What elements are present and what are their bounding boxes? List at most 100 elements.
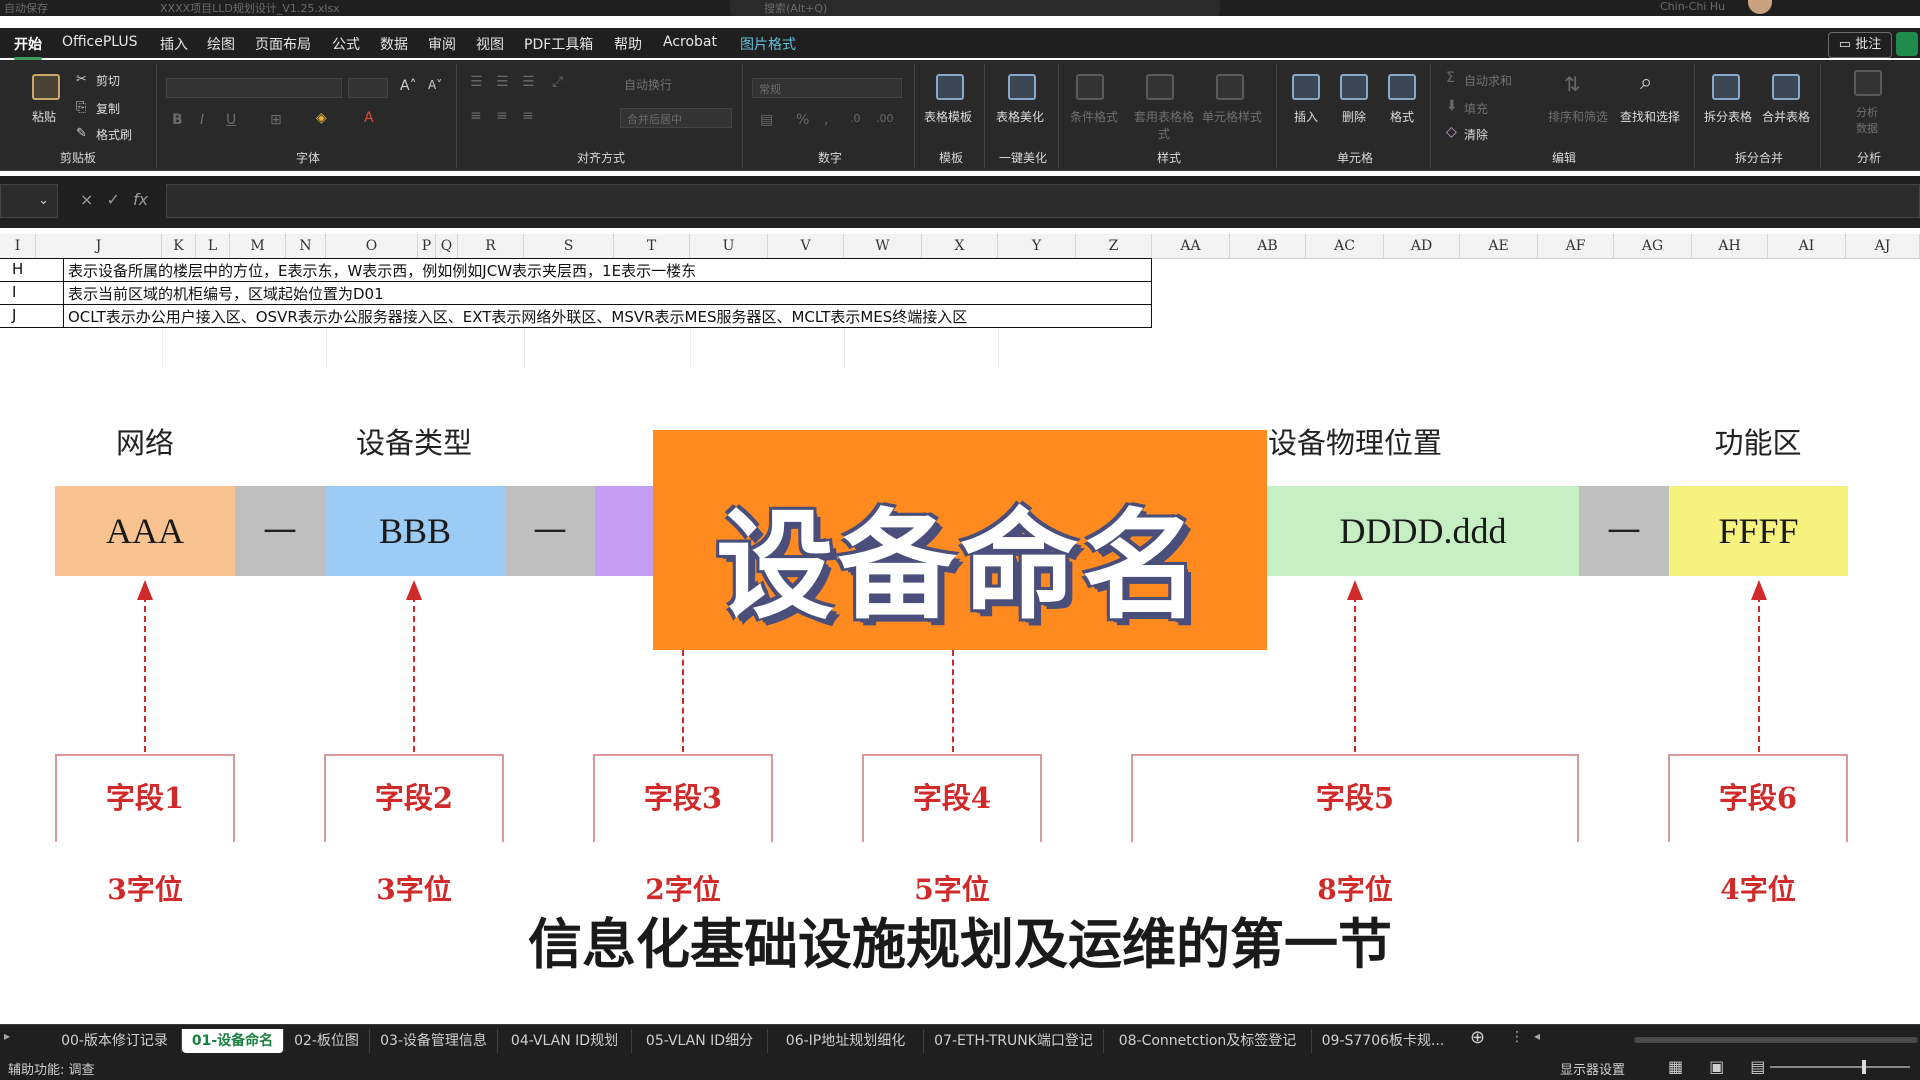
column-header[interactable]: AH [1692,234,1768,258]
clear-button[interactable]: 清除 [1464,126,1488,143]
tab-insert[interactable]: 插入 [160,34,188,54]
more-options-icon[interactable]: ⋮ [1510,1029,1524,1045]
merge-table-button[interactable]: 合并表格 [1762,108,1810,125]
column-header[interactable]: W [844,234,922,258]
align-middle-icon[interactable]: ☰ [496,74,509,90]
font-size-select[interactable] [348,78,388,98]
scroll-left-icon[interactable]: ▸ [4,1029,10,1043]
insert-cells-icon[interactable] [1292,74,1320,100]
sort-filter-icon[interactable]: ⇅ [1564,72,1581,96]
format-cells-button[interactable]: 格式 [1390,108,1414,125]
split-table-button[interactable]: 拆分表格 [1704,108,1752,125]
sheet-tab[interactable]: 08-Connetction及标签登记 [1104,1029,1312,1053]
column-header[interactable]: M [230,234,286,258]
table-row[interactable]: I 表示当前区域的机柜编号，区域起始位置为D01 [0,281,1152,305]
bold-button[interactable]: B [172,112,183,128]
currency-icon[interactable]: ▤ [760,112,773,128]
increase-decimal-icon[interactable]: .0 [850,112,861,125]
sort-filter-button[interactable]: 排序和筛选 [1548,108,1608,125]
border-icon[interactable]: ⊞ [270,112,282,128]
accessibility-status[interactable]: 辅助功能: 调查 [8,1059,95,1078]
table-row[interactable]: J OCLT表示办公用户接入区、OSVR表示办公服务器接入区、EXT表示网络外联… [0,304,1152,328]
column-header[interactable]: R [458,234,524,258]
tab-formulas[interactable]: 公式 [332,34,360,54]
insert-cells-button[interactable]: 插入 [1294,108,1318,125]
autosum-icon[interactable]: Σ [1446,70,1455,86]
tab-view[interactable]: 视图 [476,34,504,54]
tab-home[interactable]: 开始 [14,34,42,60]
format-cells-icon[interactable] [1388,74,1416,100]
fill-color-icon[interactable]: ◈ [316,110,327,126]
search-input[interactable]: 搜索(Alt+Q) [730,0,1220,16]
table-row[interactable]: H 表示设备所属的楼层中的方位，E表示东，W表示西，例如例如JCW表示夹层西，1… [0,258,1152,282]
sheet-tab[interactable]: 05-VLAN ID细分 [632,1029,768,1053]
column-header[interactable]: O [326,234,418,258]
cut-button[interactable]: 剪切 [96,72,120,89]
decrease-decimal-icon[interactable]: .00 [876,112,894,125]
fill-button[interactable]: 填充 [1464,100,1488,117]
find-select-button[interactable]: 查找和选择 [1620,108,1680,125]
conditional-format-button[interactable]: 条件格式 [1070,108,1118,125]
zoom-slider[interactable] [1770,1066,1910,1068]
format-painter-button[interactable]: 格式刷 [96,126,132,143]
increase-font-icon[interactable]: A˄ [400,78,417,94]
table-template-icon[interactable] [936,74,964,100]
tab-help[interactable]: 帮助 [614,34,642,54]
share-button[interactable] [1896,32,1918,56]
table-template-button[interactable]: 表格模板 [924,108,972,125]
fx-icon[interactable]: fx [133,190,148,209]
tab-acrobat[interactable]: Acrobat [663,34,717,50]
font-family-select[interactable] [166,78,342,98]
column-header[interactable]: X [922,234,998,258]
column-header[interactable]: Z [1076,234,1152,258]
column-header[interactable]: AD [1384,234,1460,258]
fill-icon[interactable]: ⬇ [1446,98,1458,114]
sheet-tab[interactable]: 03-设备管理信息 [370,1029,498,1053]
tab-draw[interactable]: 绘图 [207,34,235,54]
copy-button[interactable]: 复制 [96,100,120,117]
display-settings-button[interactable]: 显示器设置 [1560,1059,1625,1078]
tab-pdf-tools[interactable]: PDF工具箱 [524,34,593,54]
column-header[interactable]: K [162,234,196,258]
align-bottom-icon[interactable]: ☰ [522,74,535,90]
column-header[interactable]: AE [1460,234,1538,258]
table-style-icon[interactable] [1146,74,1174,100]
sheet-tab[interactable]: 07-ETH-TRUNK端口登记 [924,1029,1104,1053]
confirm-icon[interactable]: ✓ [107,190,120,209]
decrease-font-icon[interactable]: A˅ [428,78,442,92]
horizontal-scrollbar[interactable] [1634,1037,1918,1043]
align-right-icon[interactable]: ≡ [522,108,534,124]
paste-button[interactable]: 粘贴 [32,108,56,125]
column-header[interactable]: I [0,234,36,258]
sheet-tab[interactable]: 04-VLAN ID规划 [498,1029,632,1053]
table-style-button[interactable]: 套用表格格式 [1134,108,1194,142]
table-beautify-icon[interactable] [1008,74,1036,100]
font-color-icon[interactable]: A [364,110,374,126]
sheet-tab[interactable]: 09-S7706板卡规... [1312,1029,1454,1053]
tab-officeplus[interactable]: OfficePLUS [62,34,138,50]
comma-icon[interactable]: , [824,112,828,128]
analyze-data-button[interactable]: 分析数据 [1856,104,1886,136]
cell-style-icon[interactable] [1216,74,1244,100]
align-center-icon[interactable]: ≡ [496,108,508,124]
percent-icon[interactable]: % [796,112,809,128]
column-header[interactable]: AG [1614,234,1692,258]
column-header[interactable]: AA [1152,234,1230,258]
comments-button[interactable]: ▭ 批注 [1828,32,1892,58]
delete-cells-icon[interactable] [1340,74,1368,100]
sheet-tab[interactable]: 02-板位图 [284,1029,370,1053]
sheet-tab-active[interactable]: 01-设备命名 [182,1029,284,1053]
analyze-data-icon[interactable] [1854,70,1882,96]
column-header[interactable]: Y [998,234,1076,258]
tab-page-layout[interactable]: 页面布局 [255,34,311,54]
formula-input[interactable] [166,184,1920,218]
cell-style-button[interactable]: 单元格样式 [1202,108,1262,125]
column-header[interactable]: N [286,234,326,258]
column-header[interactable]: P [418,234,436,258]
conditional-format-icon[interactable] [1076,74,1104,100]
column-header[interactable]: AI [1768,234,1846,258]
column-header[interactable]: J [36,234,162,258]
name-box[interactable]: ⌄ [0,184,58,218]
merge-table-icon[interactable] [1772,74,1800,100]
scroll-left-arrow-icon[interactable]: ◂ [1534,1029,1540,1043]
